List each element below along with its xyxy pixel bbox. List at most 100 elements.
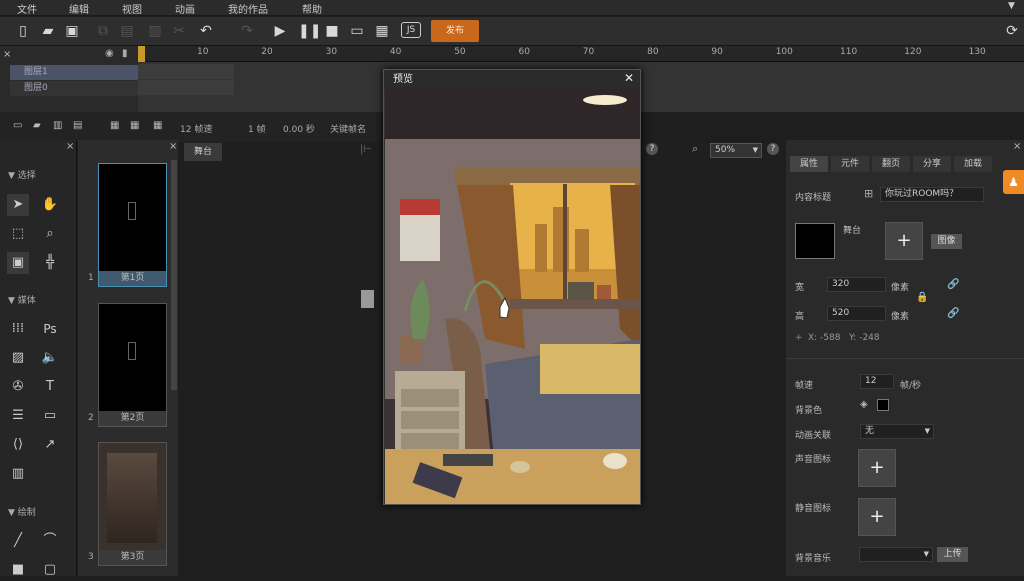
chart-icon[interactable]: ↗ [39,434,61,456]
screen-icon[interactable]: ▭ [39,405,61,427]
layer-row[interactable]: 图层1 [10,65,138,80]
video-icon[interactable]: ✇ [7,376,29,398]
film-icon[interactable]: ▣ [7,252,29,274]
page-thumb[interactable]: 第1页 [98,163,167,287]
rect-icon[interactable]: ■ [7,559,29,581]
image-button[interactable]: 图像 [931,234,962,249]
frame-copy-icon[interactable]: ▦ [130,120,139,131]
delete-icon[interactable]: ▥ [146,22,164,40]
stage-color-preview[interactable] [795,223,835,259]
qrcode-icon[interactable]: ▦ [373,22,391,40]
play-icon[interactable]: ▶ [271,22,289,40]
layer-row[interactable]: 图层0 [10,81,138,96]
upload-button[interactable]: 上传 [937,547,968,562]
cut-icon[interactable]: ✂ [170,22,188,40]
link-icon[interactable]: 🔗 [947,308,959,319]
page-number: 1 [88,273,94,283]
code-icon[interactable]: ⟨⟩ [7,434,29,456]
sound-icon[interactable]: 🔈 [39,347,61,369]
trash-icon[interactable]: ▥ [53,120,62,131]
open-folder-icon[interactable]: ▰ [39,22,57,40]
frame-icon[interactable]: ▦ [110,120,119,131]
close-icon[interactable]: × [66,141,74,152]
add-image-button[interactable]: + [885,222,923,260]
link-icon[interactable]: 🔗 [947,279,959,290]
lock-icon[interactable]: 🔒 [916,292,928,303]
tab-properties[interactable]: 属性 [790,156,828,172]
width-input[interactable]: 320 [827,277,886,292]
component-icon[interactable]: ▥ [7,463,29,485]
undo-icon[interactable]: ↶ [197,22,215,40]
copy-icon[interactable]: ⧉ [94,22,112,40]
close-icon[interactable]: ✕ [624,71,634,85]
frame-span[interactable] [138,64,234,79]
zoom-search-icon[interactable]: ⌕ [692,142,698,156]
tab-stage[interactable]: 舞台 [184,143,222,161]
close-icon[interactable]: × [1013,141,1021,152]
paste-icon[interactable]: ▤ [118,22,136,40]
new-file-icon[interactable]: ▯ [14,22,32,40]
grid-icon[interactable]: ⁞⁞⁞ [7,318,29,340]
playhead[interactable] [138,46,145,62]
image-icon[interactable]: ▨ [7,347,29,369]
zoom-icon[interactable]: ⌕ [39,223,61,245]
rounded-rect-icon[interactable]: ▢ [39,559,61,581]
tab-share[interactable]: 分享 [913,156,951,172]
text-icon[interactable]: T [39,376,61,398]
line-icon[interactable]: ╱ [7,530,29,552]
redo-icon[interactable]: ↷ [238,22,256,40]
ps-icon[interactable]: Ps [39,318,61,340]
add-layer-icon[interactable]: ▭ [13,120,22,131]
transform-icon[interactable]: ⬚ [7,223,29,245]
eye-icon[interactable]: ◉ [105,48,114,59]
frame-paste-icon[interactable]: ▦ [153,120,162,131]
folder-icon[interactable]: ▰ [33,120,41,131]
page-thumb[interactable]: 第3页 [98,442,167,566]
stage-handle[interactable] [361,290,374,308]
tab-components[interactable]: 元件 [831,156,869,172]
refresh-icon[interactable]: ⟳ [1003,22,1021,40]
content-title-input[interactable]: 你玩过ROOM吗？ [880,187,984,202]
bg-color-swatch[interactable] [877,399,889,411]
add-mute-icon-button[interactable]: + [858,498,896,536]
bgm-select[interactable]: ▼ [859,547,933,562]
frame-span[interactable] [138,80,234,95]
select-arrow-icon[interactable]: ➤ [7,194,29,216]
height-input[interactable]: 520 [827,306,886,321]
stop-icon[interactable]: ■ [323,22,341,40]
preview-image[interactable] [385,89,640,504]
menu-edit[interactable]: 编辑 [69,1,89,16]
zoom-select[interactable]: 50% ▼ [710,143,762,158]
tab-flip[interactable]: 翻页 [872,156,910,172]
tab-load[interactable]: 加载 [954,156,992,172]
publish-button[interactable]: 发布 [431,20,479,42]
curve-icon[interactable]: ⌒ [39,530,61,552]
list-icon[interactable]: ☰ [7,405,29,427]
paint-bucket-icon[interactable]: ◈ [860,399,868,410]
add-sound-icon-button[interactable]: + [858,449,896,487]
qq-icon[interactable]: ♟ [1003,170,1024,194]
hand-icon[interactable]: ✋ [39,194,61,216]
save-icon[interactable]: ▣ [63,22,81,40]
js-icon[interactable]: JS [401,22,421,38]
close-icon[interactable]: × [169,141,177,152]
menu-help[interactable]: 帮助 [302,1,322,16]
fps-input[interactable]: 12 [860,374,894,389]
menu-file[interactable]: 文件 [17,1,37,16]
anim-link-select[interactable]: 无 ▼ [860,424,934,439]
pause-icon[interactable]: ❚❚ [298,22,321,40]
lock-icon[interactable]: ▮ [122,48,128,59]
menu-animation[interactable]: 动画 [175,1,195,16]
page-thumb[interactable]: 第2页 [98,303,167,427]
preview-icon[interactable]: ▭ [348,22,366,40]
help-icon[interactable]: ? [767,143,779,155]
menu-my-works[interactable]: 我的作品 [228,1,268,16]
grid-tool-icon[interactable]: ╬ [39,252,61,274]
menu-view[interactable]: 视图 [122,1,142,16]
scrollbar[interactable] [171,160,177,390]
collapse-icon[interactable]: ▼ [1008,1,1015,11]
timeline-ruler[interactable]: 10 20 30 40 50 60 70 80 90 100 110 120 130 [138,46,1024,62]
copy-layer-icon[interactable]: ▤ [73,120,82,131]
help-icon[interactable]: ? [646,143,658,155]
close-icon[interactable]: × [3,49,11,60]
